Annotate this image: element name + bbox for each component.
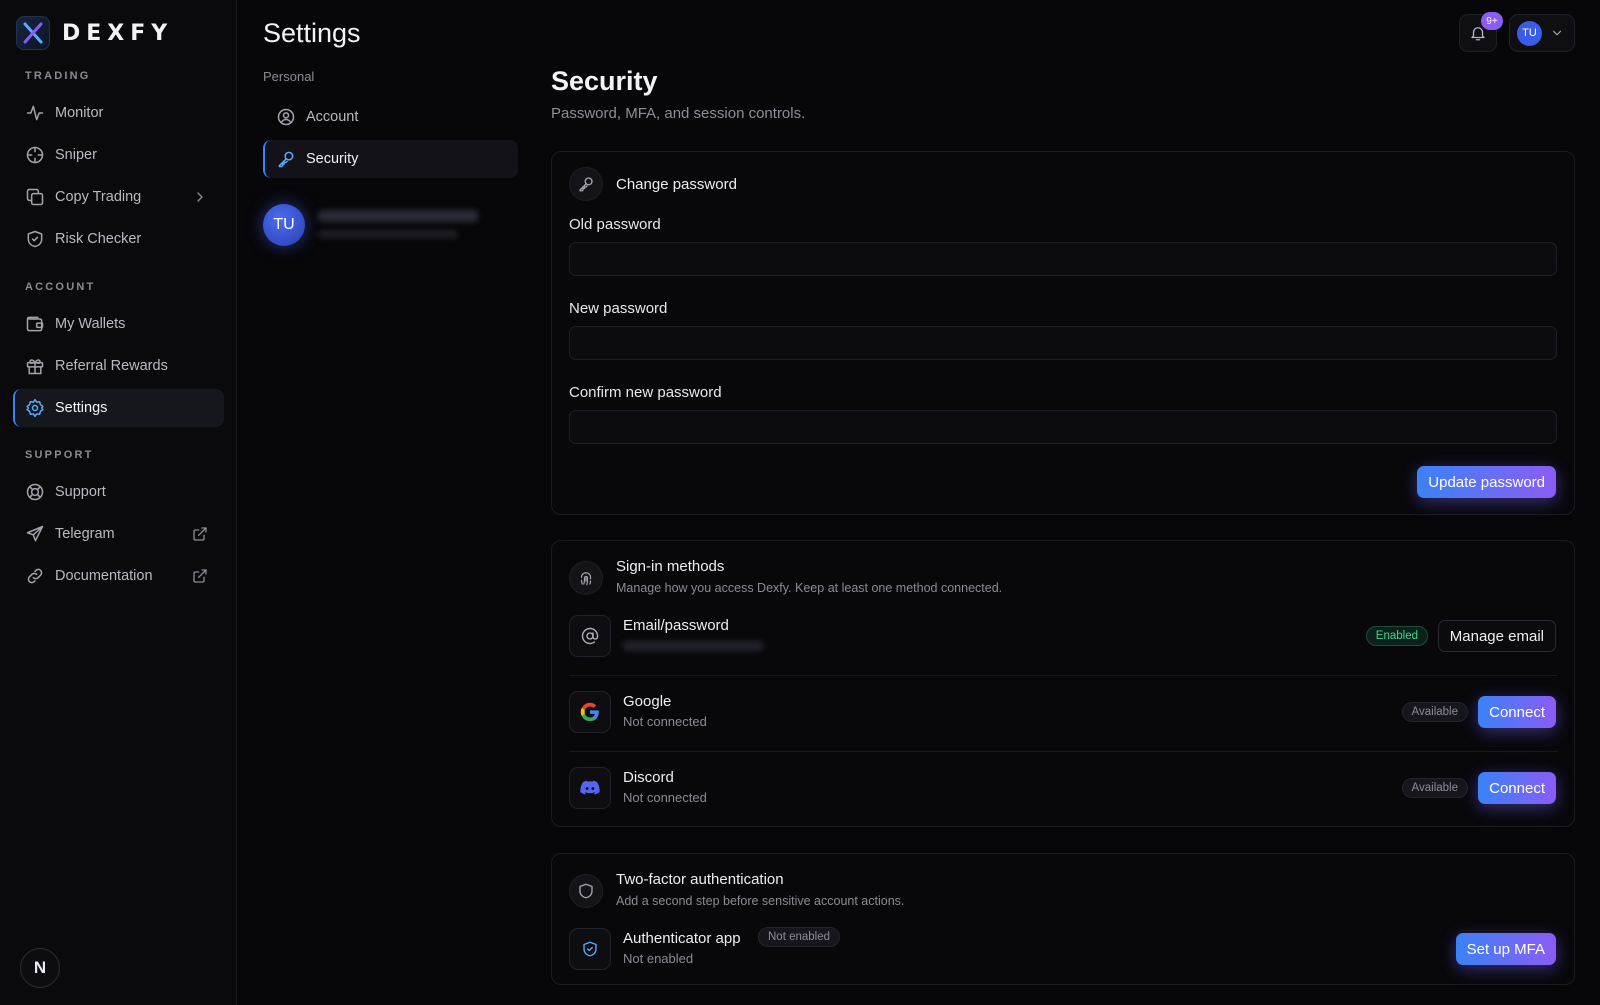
avatar: TU: [1517, 20, 1542, 46]
discord-icon: [569, 767, 611, 809]
chevron-down-icon: [1550, 26, 1564, 40]
sign-in-methods-card: Sign-in methods Manage how you access De…: [551, 540, 1575, 827]
old-password-label: Old password: [569, 216, 661, 233]
lifebuoy-icon: [25, 482, 45, 502]
shield-icon: [569, 874, 603, 908]
google-icon: [569, 691, 611, 733]
manage-email-button[interactable]: Manage email: [1437, 620, 1556, 652]
gift-icon: [25, 356, 45, 376]
fingerprint-icon: [569, 561, 603, 595]
shield-check-icon: [569, 928, 611, 970]
sidebar-item-telegram[interactable]: Telegram: [13, 515, 224, 553]
status-badge: Available: [1401, 778, 1468, 798]
sidebar-item-label: Sniper: [55, 147, 97, 163]
settings-section-personal: Personal: [263, 69, 315, 84]
change-password-card: Change password Old password New passwor…: [551, 151, 1575, 515]
redacted-profile-email: [318, 230, 458, 238]
page-subtitle: Password, MFA, and session controls.: [551, 105, 806, 122]
sidebar-item-monitor[interactable]: Monitor: [13, 94, 224, 132]
user-circle-icon: [276, 107, 296, 127]
new-password-label: New password: [569, 300, 668, 317]
status-badge: Not enabled: [758, 927, 841, 947]
brand-name: DEXFY: [62, 20, 174, 46]
external-link-icon: [192, 526, 208, 542]
at-sign-icon: [569, 615, 611, 657]
nav-section-support: SUPPORT: [25, 449, 94, 461]
sidebar-item-support[interactable]: Support: [13, 473, 224, 511]
sidebar-item-risk-checker[interactable]: Risk Checker: [13, 220, 224, 258]
sidebar-item-documentation[interactable]: Documentation: [13, 557, 224, 595]
shield-check-icon: [25, 229, 45, 249]
app-root: DEXFY TRADING Monitor Sniper Copy Tradin…: [0, 0, 1600, 1005]
key-icon: [276, 149, 296, 169]
sidebar-item-label: Copy Trading: [55, 189, 142, 205]
key-icon: [569, 167, 603, 201]
nav-section-trading: TRADING: [25, 70, 91, 82]
redacted-email: [623, 641, 763, 651]
two-factor-card: Two-factor authentication Add a second s…: [551, 853, 1575, 985]
two-factor-desc: Add a second step before sensitive accou…: [616, 894, 905, 908]
crosshair-icon: [25, 145, 45, 165]
change-password-title: Change password: [616, 176, 737, 193]
dev-badge[interactable]: N: [20, 948, 60, 988]
user-menu-button[interactable]: TU: [1509, 14, 1575, 52]
authenticator-app-name: Authenticator app: [623, 930, 741, 947]
method-name-google: Google: [623, 693, 672, 710]
sidebar: DEXFY TRADING Monitor Sniper Copy Tradin…: [0, 0, 237, 1005]
sign-in-methods-desc: Manage how you access Dexfy. Keep at lea…: [616, 581, 1003, 595]
method-status-google: Not connected: [623, 714, 707, 729]
settings-title: Settings: [263, 18, 361, 48]
method-name-email: Email/password: [623, 617, 729, 634]
status-badge: Available: [1401, 702, 1468, 722]
sidebar-item-label: Risk Checker: [55, 231, 142, 247]
connect-discord-button[interactable]: Connect: [1478, 772, 1556, 804]
link-icon: [25, 566, 45, 586]
page-title: Security: [551, 66, 658, 96]
update-password-button[interactable]: Update password: [1417, 466, 1556, 498]
brand[interactable]: DEXFY: [16, 16, 173, 50]
chevron-right-icon: [192, 189, 208, 205]
send-icon: [25, 524, 45, 544]
sidebar-item-referral-rewards[interactable]: Referral Rewards: [13, 347, 224, 385]
sidebar-item-label: Settings: [55, 400, 108, 416]
divider: [569, 751, 1557, 752]
old-password-input[interactable]: [569, 242, 1557, 276]
sidebar-item-sniper[interactable]: Sniper: [13, 136, 224, 174]
confirm-password-input[interactable]: [569, 410, 1557, 444]
sidebar-item-settings[interactable]: Settings: [13, 389, 224, 427]
divider: [569, 675, 1557, 676]
activity-icon: [25, 103, 45, 123]
settings-item-label: Account: [306, 109, 359, 125]
sidebar-item-label: Monitor: [55, 105, 104, 121]
sidebar-item-label: Telegram: [55, 526, 115, 542]
sidebar-item-label: Support: [55, 484, 106, 500]
method-name-discord: Discord: [623, 769, 674, 786]
sign-in-methods-title: Sign-in methods: [616, 558, 725, 575]
settings-item-security[interactable]: Security: [263, 140, 518, 178]
dexfy-logo-icon: [16, 16, 50, 50]
setup-mfa-button[interactable]: Set up MFA: [1455, 933, 1556, 965]
status-badge: Enabled: [1365, 626, 1428, 646]
notification-count-badge: 9+: [1481, 12, 1503, 30]
sidebar-item-label: Referral Rewards: [55, 358, 168, 374]
confirm-password-label: Confirm new password: [569, 384, 722, 401]
two-factor-title: Two-factor authentication: [616, 871, 784, 888]
new-password-input[interactable]: [569, 326, 1557, 360]
gear-icon: [25, 398, 45, 418]
sidebar-item-label: My Wallets: [55, 316, 126, 332]
settings-item-label: Security: [306, 151, 359, 167]
connect-google-button[interactable]: Connect: [1478, 696, 1556, 728]
settings-item-account[interactable]: Account: [263, 98, 518, 136]
copy-icon: [25, 187, 45, 207]
authenticator-app-status: Not enabled: [623, 951, 694, 966]
sidebar-item-label: Documentation: [55, 568, 153, 584]
sidebar-item-copy-trading[interactable]: Copy Trading: [13, 178, 224, 216]
nav-section-account: ACCOUNT: [25, 281, 96, 293]
wallet-icon: [25, 314, 45, 334]
method-status-discord: Not connected: [623, 790, 707, 805]
redacted-profile-name: [318, 210, 478, 222]
external-link-icon: [192, 568, 208, 584]
profile-avatar: TU: [263, 204, 305, 246]
sidebar-item-my-wallets[interactable]: My Wallets: [13, 305, 224, 343]
